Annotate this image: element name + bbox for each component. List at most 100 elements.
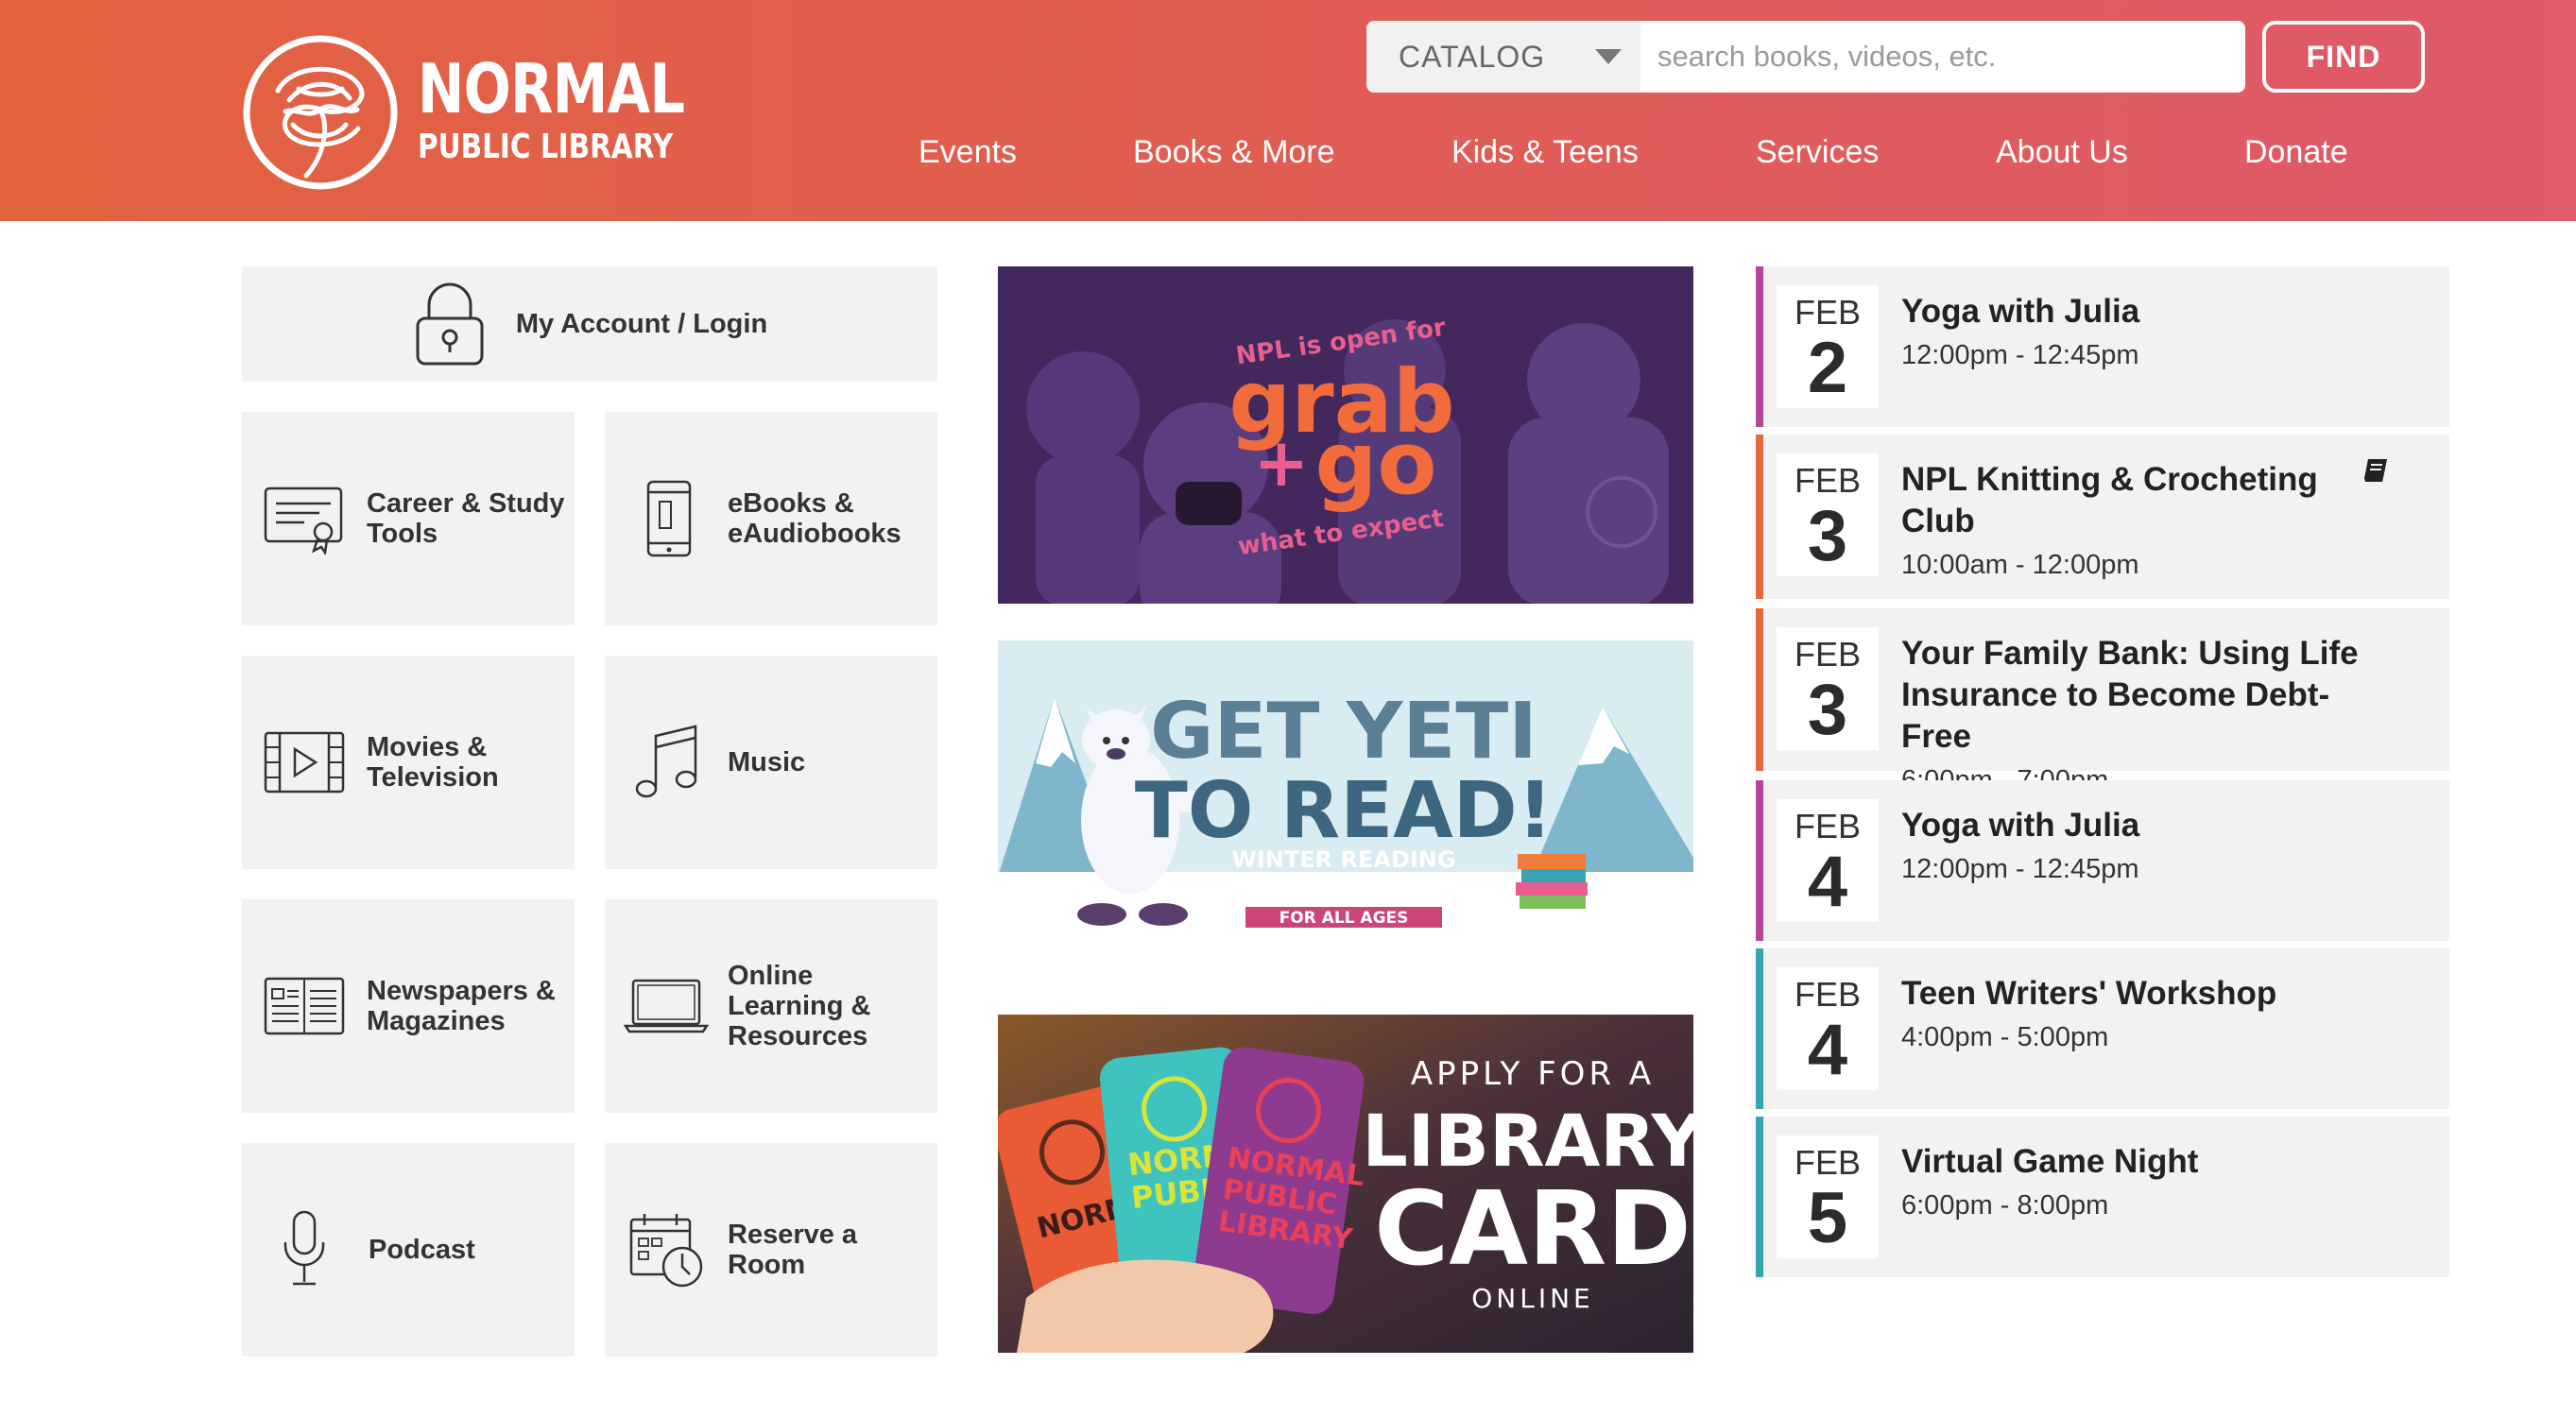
tile-newspapers-magazines[interactable]: Newspapers & Magazines <box>242 899 575 1113</box>
label-line: Magazines <box>367 1006 506 1036</box>
label-line: Television <box>367 762 499 793</box>
event-details: NPL Knitting & Crocheting Club 10:00am -… <box>1901 459 2336 584</box>
event-day: 3 <box>1807 670 1848 750</box>
event-day: 2 <box>1807 328 1848 408</box>
find-button[interactable]: FIND <box>2262 21 2425 93</box>
chevron-down-icon <box>1595 49 1622 64</box>
label-line: Online <box>728 961 814 991</box>
laptop-icon <box>624 979 709 1033</box>
tile-label: Newspapers & Magazines <box>367 976 556 1036</box>
event-date: FEB 2 <box>1777 285 1879 408</box>
newspaper-icon <box>264 977 345 1035</box>
tile-movies-television[interactable]: Movies & Television <box>242 656 575 869</box>
event-day: 4 <box>1807 1010 1848 1090</box>
nav-kids-teens[interactable]: Kids & Teens <box>1451 134 1639 171</box>
winter-reading-banner[interactable]: GET YETI TO READ! WINTER READING JANUARY… <box>998 640 1693 937</box>
grab-go-plus: + <box>1254 424 1310 502</box>
tile-label: Music <box>728 747 806 777</box>
site-header: NORMAL PUBLIC LIBRARY CATALOG FIND Event… <box>0 0 2576 221</box>
tile-online-learning-resources[interactable]: Online Learning & Resources <box>605 899 937 1113</box>
event-item[interactable]: FEB 3 NPL Knitting & Crocheting Club 10:… <box>1756 435 2449 599</box>
event-color-bar <box>1756 780 1763 941</box>
event-item[interactable]: FEB 4 Teen Writers' Workshop 4:00pm - 5:… <box>1756 948 2449 1109</box>
event-month: FEB <box>1794 635 1861 674</box>
microphone-icon <box>283 1210 325 1286</box>
tile-podcast[interactable]: Podcast <box>242 1143 575 1357</box>
event-title[interactable]: Your Family Bank: Using Life Insurance t… <box>1901 635 2359 755</box>
nav-books-more[interactable]: Books & More <box>1133 134 1335 171</box>
tile-label: Online Learning & Resources <box>728 961 870 1051</box>
label-line: Movies & <box>367 732 488 762</box>
yeti-sub1: WINTER READING <box>1231 846 1455 873</box>
yeti-line2: TO READ! <box>1135 766 1553 856</box>
nav-about-us[interactable]: About Us <box>1996 134 2128 171</box>
my-account-label: My Account / Login <box>515 309 768 339</box>
event-item[interactable]: FEB 4 Yoga with Julia 12:00pm - 12:45pm <box>1756 780 2449 941</box>
event-item[interactable]: FEB 5 Virtual Game Night 6:00pm - 8:00pm <box>1756 1117 2449 1277</box>
event-title[interactable]: Teen Writers' Workshop <box>1901 975 2276 1012</box>
label-line: Career & Study <box>367 488 565 519</box>
event-title[interactable]: Virtual Game Night <box>1901 1143 2198 1180</box>
event-time: 4:00pm - 5:00pm <box>1901 1022 2109 1052</box>
label-line: eAudiobooks <box>728 519 902 549</box>
card-line1: APPLY FOR A <box>1411 1055 1655 1093</box>
event-month: FEB <box>1794 293 1861 332</box>
tile-reserve-room[interactable]: Reserve a Room <box>605 1143 937 1357</box>
event-item[interactable]: FEB 3 Your Family Bank: Using Life Insur… <box>1756 608 2449 795</box>
event-month: FEB <box>1794 461 1861 500</box>
search-input[interactable] <box>1640 21 2245 93</box>
tile-label: Career & Study Tools <box>367 488 565 549</box>
label-line: Room <box>728 1250 806 1280</box>
tile-career-study-tools[interactable]: Career & Study Tools <box>242 412 575 625</box>
film-icon <box>264 731 345 794</box>
winter-reading-image: GET YETI TO READ! WINTER READING JANUARY… <box>998 640 1693 937</box>
event-details: Your Family Bank: Using Life Insurance t… <box>1901 633 2393 799</box>
event-date: FEB 3 <box>1777 627 1879 750</box>
tile-music[interactable]: Music <box>605 656 937 869</box>
nav-donate[interactable]: Donate <box>2244 134 2348 171</box>
event-title[interactable]: NPL Knitting & Crocheting Club <box>1901 461 2318 539</box>
nav-events[interactable]: Events <box>919 134 1017 171</box>
catalog-select[interactable]: CATALOG <box>1366 21 1640 93</box>
event-time: 10:00am - 12:00pm <box>1901 550 2139 580</box>
event-date: FEB 3 <box>1777 453 1879 576</box>
event-day: 4 <box>1807 842 1848 922</box>
tile-label: eBooks & eAudiobooks <box>728 488 902 549</box>
event-item[interactable]: FEB 2 Yoga with Julia 12:00pm - 12:45pm <box>1756 266 2449 427</box>
card-line4: ONLINE <box>1471 1283 1593 1314</box>
yeti-tag: FOR ALL AGES <box>1279 909 1409 928</box>
event-details: Teen Writers' Workshop 4:00pm - 5:00pm <box>1901 973 2393 1056</box>
event-date: FEB 5 <box>1777 1135 1879 1258</box>
event-details: Yoga with Julia 12:00pm - 12:45pm <box>1901 805 2393 888</box>
tile-label: Reserve a Room <box>728 1220 857 1280</box>
yeti-line1: GET YETI <box>1150 687 1537 777</box>
event-details: Yoga with Julia 12:00pm - 12:45pm <box>1901 291 2393 374</box>
yeti-sub2: JANUARY 11–FEBRUARY 8 <box>1194 878 1490 901</box>
label-line: eBooks & <box>728 488 854 519</box>
event-title[interactable]: Yoga with Julia <box>1901 293 2139 330</box>
label-line: Newspapers & <box>367 976 556 1006</box>
event-color-bar <box>1756 435 1763 599</box>
tile-label: Movies & Television <box>367 732 499 793</box>
event-time: 6:00pm - 8:00pm <box>1901 1190 2109 1221</box>
tile-ebooks-eaudiobooks[interactable]: eBooks & eAudiobooks <box>605 412 937 625</box>
label-line: Learning & <box>728 991 871 1021</box>
catalog-select-value: CATALOG <box>1399 39 1546 74</box>
event-title[interactable]: Yoga with Julia <box>1901 807 2139 844</box>
event-day: 3 <box>1807 496 1848 576</box>
book-icon <box>2364 459 2387 482</box>
event-date: FEB 4 <box>1777 967 1879 1090</box>
event-time: 12:00pm - 12:45pm <box>1901 340 2139 370</box>
my-account-login-button[interactable]: My Account / Login <box>242 266 937 382</box>
nav-services[interactable]: Services <box>1756 134 1879 171</box>
music-note-icon <box>635 725 697 798</box>
event-color-bar <box>1756 948 1763 1109</box>
event-month: FEB <box>1794 807 1861 845</box>
tile-label: Podcast <box>369 1235 475 1265</box>
library-card-banner[interactable]: NORMAL NORMAL PUBLIC NORMAL PUBLIC LIBRA… <box>998 1015 1693 1353</box>
main-nav: Events Books & More Kids & Teens Service… <box>0 134 2576 181</box>
label-line: Tools <box>367 519 438 549</box>
event-color-bar <box>1756 266 1763 427</box>
label-line: Resources <box>728 1021 868 1051</box>
grab-and-go-banner[interactable]: NPL is open for grab + go what to expect <box>998 266 1693 604</box>
